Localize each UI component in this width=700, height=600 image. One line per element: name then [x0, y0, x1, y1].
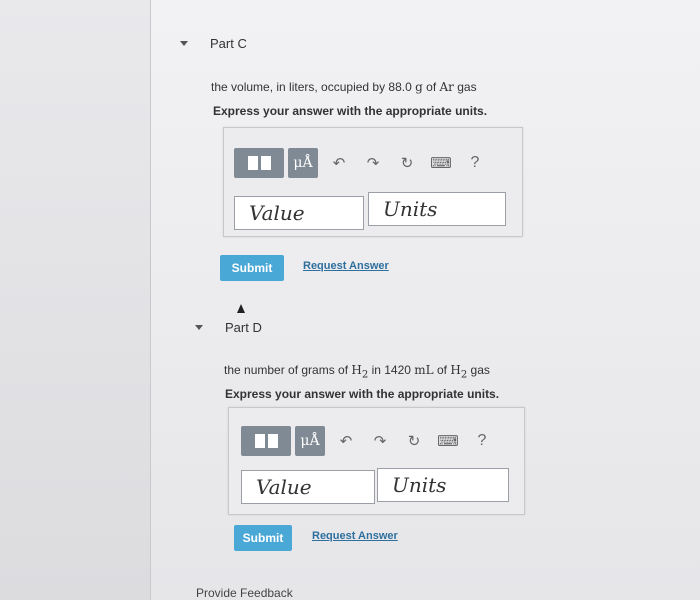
part-c-prompt: the volume, in liters, occupied by 88.0 …	[211, 80, 477, 94]
undo-icon[interactable]: ↶	[322, 148, 356, 178]
part-c-instruction: Express your answer with the appropriate…	[213, 104, 488, 118]
prompt-text: the number of grams of	[224, 363, 352, 377]
keyboard-icon[interactable]: ⌨	[424, 148, 458, 178]
units-input[interactable]: Units	[377, 468, 509, 502]
prompt-species: Ar	[439, 80, 454, 94]
units-symbol-button[interactable]: μÅ	[288, 148, 318, 178]
part-c-request-answer-link[interactable]: Request Answer	[303, 260, 389, 272]
help-button[interactable]: ?	[465, 426, 499, 456]
help-button[interactable]: ?	[458, 148, 492, 178]
reset-icon[interactable]: ↻	[397, 426, 431, 456]
part-c-toolbar: μÅ ↶ ↷ ↻ ⌨ ?	[234, 148, 492, 178]
redo-icon[interactable]: ↷	[363, 426, 397, 456]
undo-icon[interactable]: ↶	[329, 426, 363, 456]
part-d-instruction: Express your answer with the appropriate…	[225, 387, 500, 401]
collapse-caret-icon[interactable]	[180, 41, 188, 46]
prompt-text: in 1420	[368, 363, 415, 377]
part-c-title: Part C	[210, 36, 247, 51]
prompt-species: H	[450, 363, 461, 377]
prompt-text: gas	[467, 363, 490, 377]
part-d-answer-box: μÅ ↶ ↷ ↻ ⌨ ? Value Units	[228, 407, 525, 515]
prompt-unit: mL	[414, 363, 434, 377]
prompt-text: gas	[453, 80, 477, 94]
part-d-toolbar: μÅ ↶ ↷ ↻ ⌨ ?	[241, 426, 499, 456]
part-d-prompt: the number of grams of H2 in 1420 mL of …	[224, 363, 490, 380]
part-d-header[interactable]: Part D	[195, 320, 262, 335]
templates-icon	[254, 434, 278, 448]
prompt-text: of	[422, 80, 440, 94]
part-c-header[interactable]: Part C	[180, 36, 247, 51]
keyboard-icon[interactable]: ⌨	[431, 426, 465, 456]
templates-button[interactable]	[241, 426, 291, 456]
part-c-answer-box: μÅ ↶ ↷ ↻ ⌨ ? Value Units	[223, 127, 523, 237]
prompt-species: H	[351, 363, 362, 377]
collapse-caret-icon[interactable]	[195, 325, 203, 330]
provide-feedback-link[interactable]: Provide Feedback	[196, 586, 293, 600]
part-d-title: Part D	[225, 320, 262, 335]
value-input[interactable]: Value	[241, 470, 375, 504]
prompt-unit: g	[415, 80, 423, 94]
units-input[interactable]: Units	[368, 192, 506, 226]
templates-button[interactable]	[234, 148, 284, 178]
units-symbol-button[interactable]: μÅ	[295, 426, 325, 456]
part-d-request-answer-link[interactable]: Request Answer	[312, 530, 398, 542]
prompt-text: the volume, in liters, occupied by 88.0	[211, 80, 416, 94]
prompt-text: of	[433, 363, 451, 377]
part-c-submit-button[interactable]: Submit	[220, 255, 284, 281]
mouse-cursor-icon	[237, 304, 245, 313]
part-d-submit-button[interactable]: Submit	[234, 525, 292, 551]
value-input[interactable]: Value	[234, 196, 364, 230]
templates-icon	[247, 156, 271, 170]
redo-icon[interactable]: ↷	[356, 148, 390, 178]
reset-icon[interactable]: ↻	[390, 148, 424, 178]
